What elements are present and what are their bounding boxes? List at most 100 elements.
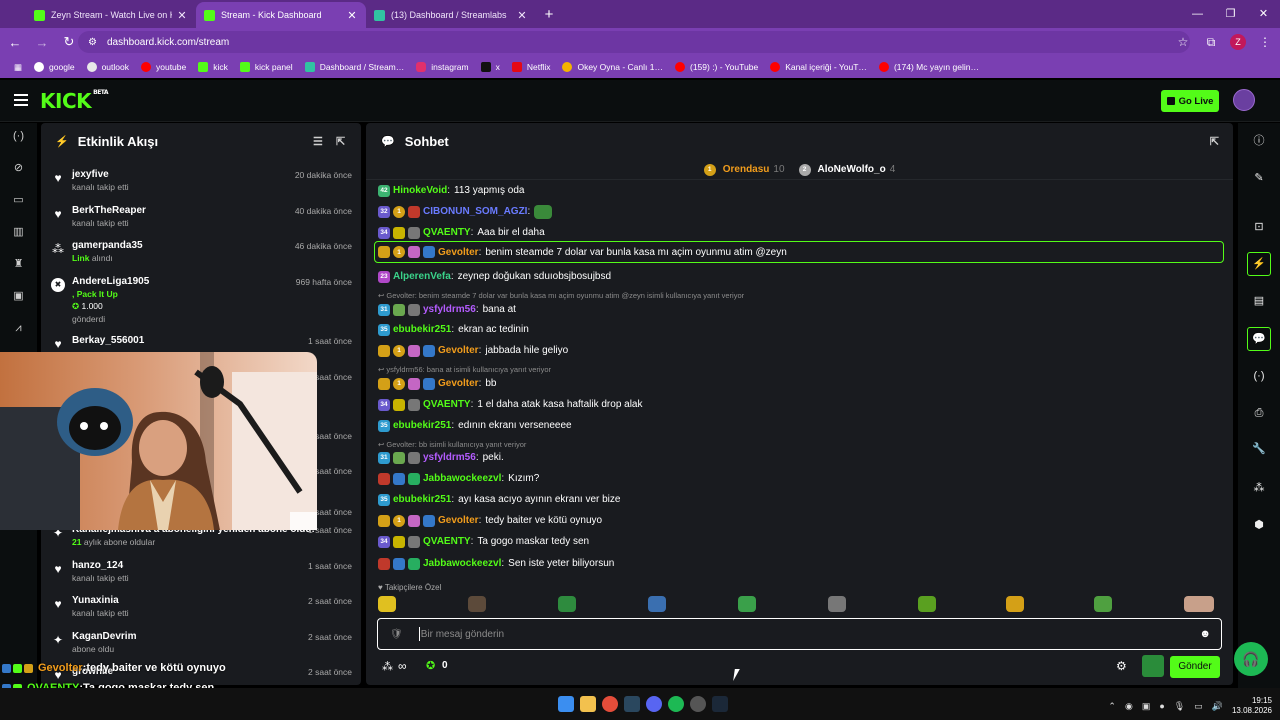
chat-badge-icon[interactable] xyxy=(408,535,420,548)
chat-username[interactable]: CIBONUN_SOM_AGZI xyxy=(423,206,527,217)
chat-username[interactable]: ysfyldrm56 xyxy=(423,304,476,315)
chat-username[interactable]: Gevolter xyxy=(438,345,479,356)
kick-coin-icon[interactable]: ✪ xyxy=(426,659,435,672)
chat-username[interactable]: Gevolter xyxy=(438,247,479,258)
emoji-icon[interactable]: ☻ xyxy=(1199,628,1211,640)
chat-badge-icon[interactable] xyxy=(408,246,420,258)
chat-badge-icon[interactable] xyxy=(408,514,420,527)
emote[interactable] xyxy=(378,596,396,612)
bookmark-kanal-icerigi[interactable]: Kanal içeriği - YouT… xyxy=(764,62,873,72)
points-icon[interactable]: ⁂ xyxy=(382,660,393,673)
chat-badge-icon[interactable] xyxy=(408,451,420,464)
emote[interactable] xyxy=(1094,596,1112,612)
chat-badge-icon[interactable] xyxy=(408,398,420,411)
settings-icon[interactable]: ⚙ xyxy=(1116,659,1127,673)
analytics-icon[interactable]: ⩘ xyxy=(11,321,26,336)
app-tray-icon[interactable]: ▣ xyxy=(1142,701,1151,712)
chat-badge-icon[interactable]: 31 xyxy=(378,451,390,464)
chat-message[interactable]: 1 Gevolter: jabbada hile geliyo xyxy=(378,341,1224,360)
activity-event[interactable]: ♥ jexyfive kanalı takip etti 20 dakika önce xyxy=(41,169,361,192)
chat-message[interactable]: Jabbawockeezvl: Sen iste yeter biliyorsun xyxy=(378,554,1224,573)
bookmark-streamlabs[interactable]: Dashboard / Stream… xyxy=(299,62,411,72)
chat-badge-icon[interactable] xyxy=(378,246,390,258)
discord-icon[interactable] xyxy=(646,696,662,712)
top-gifter[interactable]: 2 AloNeWolfo_o 4 xyxy=(798,163,895,176)
chat-message[interactable]: 42 HinokeVoid:113 yapmış oda xyxy=(378,181,1224,200)
bookmark-x[interactable]: x xyxy=(475,62,506,72)
emote[interactable] xyxy=(1184,596,1214,612)
chat-badge-icon[interactable] xyxy=(423,344,435,357)
emote[interactable] xyxy=(828,596,846,612)
chat-message[interactable]: 1 Gevolter: benim steamde 7 dolar var bunl… xyxy=(374,241,1224,263)
bookmark-kick[interactable]: kick xyxy=(192,62,234,72)
extensions-icon[interactable]: ⧉ xyxy=(1202,35,1220,50)
chat-badge-icon[interactable]: 1 xyxy=(393,246,405,258)
bookmark-youtube-159[interactable]: (159) :) - YouTube xyxy=(669,62,764,72)
broadcast-icon[interactable]: (·) xyxy=(1251,368,1267,384)
chat-input[interactable]: 🛡 Bir mesaj gönderin ☻ xyxy=(377,618,1222,650)
chat-badge-icon[interactable]: 35 xyxy=(378,419,390,432)
user-avatar[interactable] xyxy=(1233,89,1255,111)
obs-icon[interactable] xyxy=(690,696,706,712)
chat-badge-icon[interactable]: 1 xyxy=(393,377,405,390)
chat-message[interactable]: 31 ysfyldrm56: bana at xyxy=(378,300,1224,319)
emote[interactable] xyxy=(738,596,756,612)
bookmark-star-icon[interactable]: ☆ xyxy=(1174,35,1192,49)
help-headset-button[interactable]: 🎧 xyxy=(1234,642,1268,676)
activity-event[interactable]: ♥ hanzo_124 kanalı takip etti 1 saat önce xyxy=(41,560,361,583)
bookmark-google[interactable]: google xyxy=(28,62,81,72)
chat-badge-icon[interactable] xyxy=(408,344,420,357)
chat-username[interactable]: ebubekir251 xyxy=(393,324,451,335)
chat-badge-icon[interactable]: 31 xyxy=(378,303,390,316)
chat-badge-icon[interactable] xyxy=(378,344,390,357)
close-tab-icon[interactable]: ✕ xyxy=(176,9,188,22)
chat-username[interactable]: Jabbawockeezvl xyxy=(423,473,501,484)
close-tab-icon[interactable]: ✕ xyxy=(346,9,358,22)
menu-icon[interactable] xyxy=(14,94,28,106)
chat-message[interactable]: 35 ebubekir251: ayı kasa acıyo ayının ekra… xyxy=(378,490,1224,509)
browser-tab[interactable]: Zeyn Stream - Watch Live on Ki… ✕ xyxy=(26,2,196,28)
chat-username[interactable]: QVAENTY xyxy=(423,536,471,547)
trophy-icon[interactable]: ♜ xyxy=(11,257,26,272)
chat-username[interactable]: HinokeVoid xyxy=(393,185,447,196)
chat-badge-icon[interactable] xyxy=(408,472,420,485)
chat-message[interactable]: 1 Gevolter: tedy baiter ve kötü oynuyo xyxy=(378,511,1224,530)
chat-username[interactable]: Gevolter xyxy=(438,515,479,526)
chat-badge-icon[interactable] xyxy=(393,303,405,316)
bookmark-outlook[interactable]: outlook xyxy=(81,62,135,72)
browser-tab[interactable]: (13) Dashboard / Streamlabs ✕ xyxy=(366,2,536,28)
chat-badge-icon[interactable]: 35 xyxy=(378,323,390,336)
printer-icon[interactable]: ⎙ xyxy=(1251,405,1267,421)
chat-badge-icon[interactable]: 34 xyxy=(378,535,390,548)
steam-icon[interactable] xyxy=(712,696,728,712)
chat-username[interactable]: ebubekir251 xyxy=(393,494,451,505)
chat-message[interactable]: 32 1 CIBONUN_SOM_AGZI: xyxy=(378,202,1224,221)
shield-icon[interactable]: ⬢ xyxy=(1251,517,1267,533)
chat-badge-icon[interactable]: 1 xyxy=(393,344,405,357)
popout-icon[interactable]: ⇱ xyxy=(336,135,345,148)
chat-username[interactable]: Jabbawockeezvl xyxy=(423,558,501,569)
activity-event[interactable]: ✖ AndereLiga1905, Pack It Up ✪ 1.000 gönde… xyxy=(41,276,361,324)
steam-icon[interactable] xyxy=(624,696,640,712)
emote[interactable] xyxy=(468,596,486,612)
activity-event[interactable]: ✦ KaganDevrim abone oldu 2 saat önce xyxy=(41,631,361,654)
kick-bot-icon[interactable] xyxy=(1142,655,1164,677)
site-info-icon[interactable]: ⚙ xyxy=(88,37,97,48)
bookmark-okey[interactable]: Okey Oyna - Canlı 1… xyxy=(556,62,669,72)
chat-badge-icon[interactable] xyxy=(408,205,420,218)
bookmark-kick-panel[interactable]: kick panel xyxy=(234,62,299,72)
microphone-icon[interactable]: 🎙 xyxy=(1174,701,1185,712)
chat-message[interactable]: 34 QVAENTY: Ta gogo maskar tedy sen xyxy=(378,532,1224,551)
chat-message[interactable]: 31 ysfyldrm56: peki. xyxy=(378,448,1224,467)
chat-badge-icon[interactable] xyxy=(393,226,405,239)
chat-badge-icon[interactable] xyxy=(393,398,405,411)
chat-badge-icon[interactable] xyxy=(393,472,405,485)
chrome-icon[interactable] xyxy=(602,696,618,712)
popout-icon[interactable]: ⇱ xyxy=(1210,135,1219,148)
chat-badge-icon[interactable] xyxy=(393,451,405,464)
chat-badge-icon[interactable] xyxy=(423,377,435,390)
chat-username[interactable]: ysfyldrm56 xyxy=(423,452,476,463)
clock[interactable]: 19:15 13.08.2026 xyxy=(1232,696,1272,716)
minimize-icon[interactable]: — xyxy=(1181,0,1214,28)
apps-icon[interactable]: ▦ xyxy=(8,62,28,73)
